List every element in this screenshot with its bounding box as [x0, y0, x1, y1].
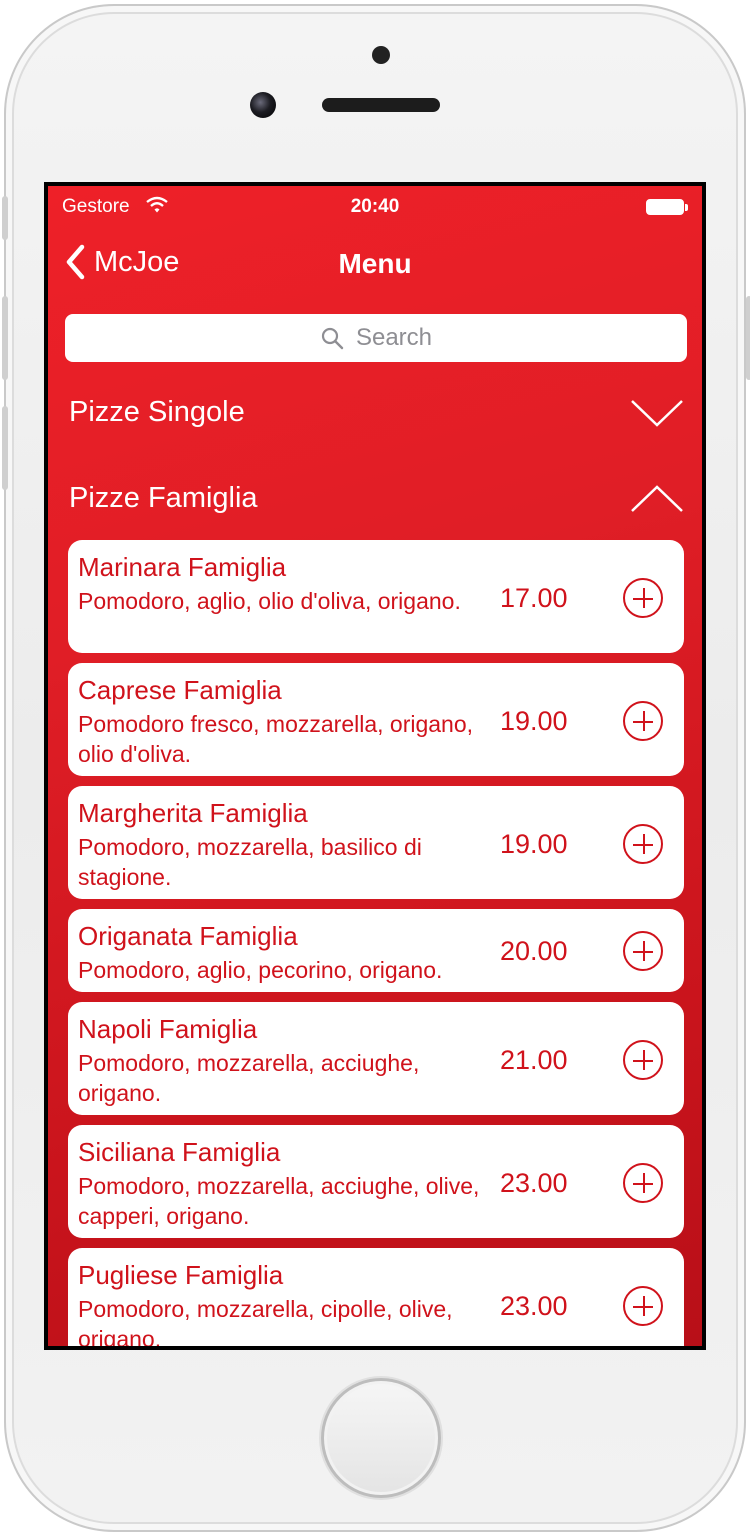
- section-header-pizze-singole[interactable]: Pizze Singole: [48, 384, 702, 444]
- menu-item-card[interactable]: Siciliana Famiglia Pomodoro, mozzarella,…: [68, 1125, 684, 1238]
- menu-item-card[interactable]: Caprese Famiglia Pomodoro fresco, mozzar…: [68, 663, 684, 776]
- section-label: Pizze Famiglia: [69, 482, 258, 514]
- item-description: Pomodoro, mozzarella, cipolle, olive, or…: [78, 1296, 453, 1346]
- status-time: 20:40: [350, 196, 400, 217]
- add-to-cart-icon[interactable]: [623, 1286, 663, 1326]
- menu-list: Marinara Famiglia Pomodoro, aglio, olio …: [68, 540, 684, 1346]
- add-to-cart-icon[interactable]: [623, 824, 663, 864]
- add-to-cart-icon[interactable]: [623, 1040, 663, 1080]
- item-price: 21.00: [500, 1045, 568, 1075]
- item-name: Siciliana Famiglia: [78, 1137, 281, 1167]
- item-description: Pomodoro, aglio, pecorino, origano.: [78, 957, 443, 983]
- home-button[interactable]: [321, 1378, 441, 1498]
- menu-item-card[interactable]: Marinara Famiglia Pomodoro, aglio, olio …: [68, 540, 684, 653]
- volume-up-button: [2, 296, 8, 380]
- item-description: Pomodoro, mozzarella, acciughe, origano.: [78, 1050, 420, 1106]
- page-title: Menu: [338, 248, 412, 279]
- chevron-up-icon: [631, 485, 683, 512]
- add-to-cart-icon[interactable]: [623, 578, 663, 618]
- status-bar: Gestore 20:40: [48, 186, 702, 226]
- screen: Gestore 20:40 McJoe Menu Search Pizze Si…: [44, 182, 706, 1350]
- menu-item-card[interactable]: Origanata Famiglia Pomodoro, aglio, peco…: [68, 909, 684, 992]
- menu-item-card[interactable]: Napoli Famiglia Pomodoro, mozzarella, ac…: [68, 1002, 684, 1115]
- item-name: Caprese Famiglia: [78, 675, 282, 705]
- search-placeholder: Search: [355, 324, 433, 351]
- item-price: 20.00: [500, 936, 568, 966]
- item-price: 19.00: [500, 706, 568, 736]
- item-price: 19.00: [500, 829, 568, 859]
- section-header-pizze-famiglia[interactable]: Pizze Famiglia: [48, 470, 702, 530]
- mute-switch: [2, 196, 8, 240]
- item-name: Origanata Famiglia: [78, 921, 298, 951]
- earpiece-speaker: [322, 98, 440, 112]
- front-camera: [250, 92, 276, 118]
- add-to-cart-icon[interactable]: [623, 1163, 663, 1203]
- volume-down-button: [2, 406, 8, 490]
- navigation-bar: McJoe Menu: [48, 230, 702, 294]
- item-description: Pomodoro, mozzarella, acciughe, olive, c…: [78, 1173, 480, 1229]
- item-name: Napoli Famiglia: [78, 1014, 258, 1044]
- app-view: Gestore 20:40 McJoe Menu Search Pizze Si…: [48, 186, 702, 1346]
- proximity-sensor: [372, 46, 390, 64]
- battery-icon: [646, 199, 684, 215]
- search-input[interactable]: Search: [65, 314, 687, 362]
- chevron-down-icon: [631, 400, 683, 427]
- item-description: Pomodoro, mozzarella, basilico di stagio…: [78, 834, 422, 890]
- search-icon: [321, 327, 344, 350]
- item-name: Pugliese Famiglia: [78, 1260, 284, 1290]
- menu-item-card[interactable]: Margherita Famiglia Pomodoro, mozzarella…: [68, 786, 684, 899]
- add-to-cart-icon[interactable]: [623, 701, 663, 741]
- menu-item-card[interactable]: Pugliese Famiglia Pomodoro, mozzarella, …: [68, 1248, 684, 1346]
- item-name: Marinara Famiglia: [78, 552, 287, 582]
- item-description: Pomodoro, aglio, olio d'oliva, origano.: [78, 588, 461, 614]
- add-to-cart-icon[interactable]: [623, 931, 663, 971]
- item-price: 23.00: [500, 1168, 568, 1198]
- item-price: 23.00: [500, 1291, 568, 1321]
- section-label: Pizze Singole: [69, 396, 245, 428]
- item-name: Margherita Famiglia: [78, 798, 308, 828]
- item-description: Pomodoro fresco, mozzarella, origano, ol…: [78, 711, 474, 767]
- battery-tip: [685, 204, 688, 211]
- item-price: 17.00: [500, 583, 568, 613]
- power-button: [746, 296, 750, 380]
